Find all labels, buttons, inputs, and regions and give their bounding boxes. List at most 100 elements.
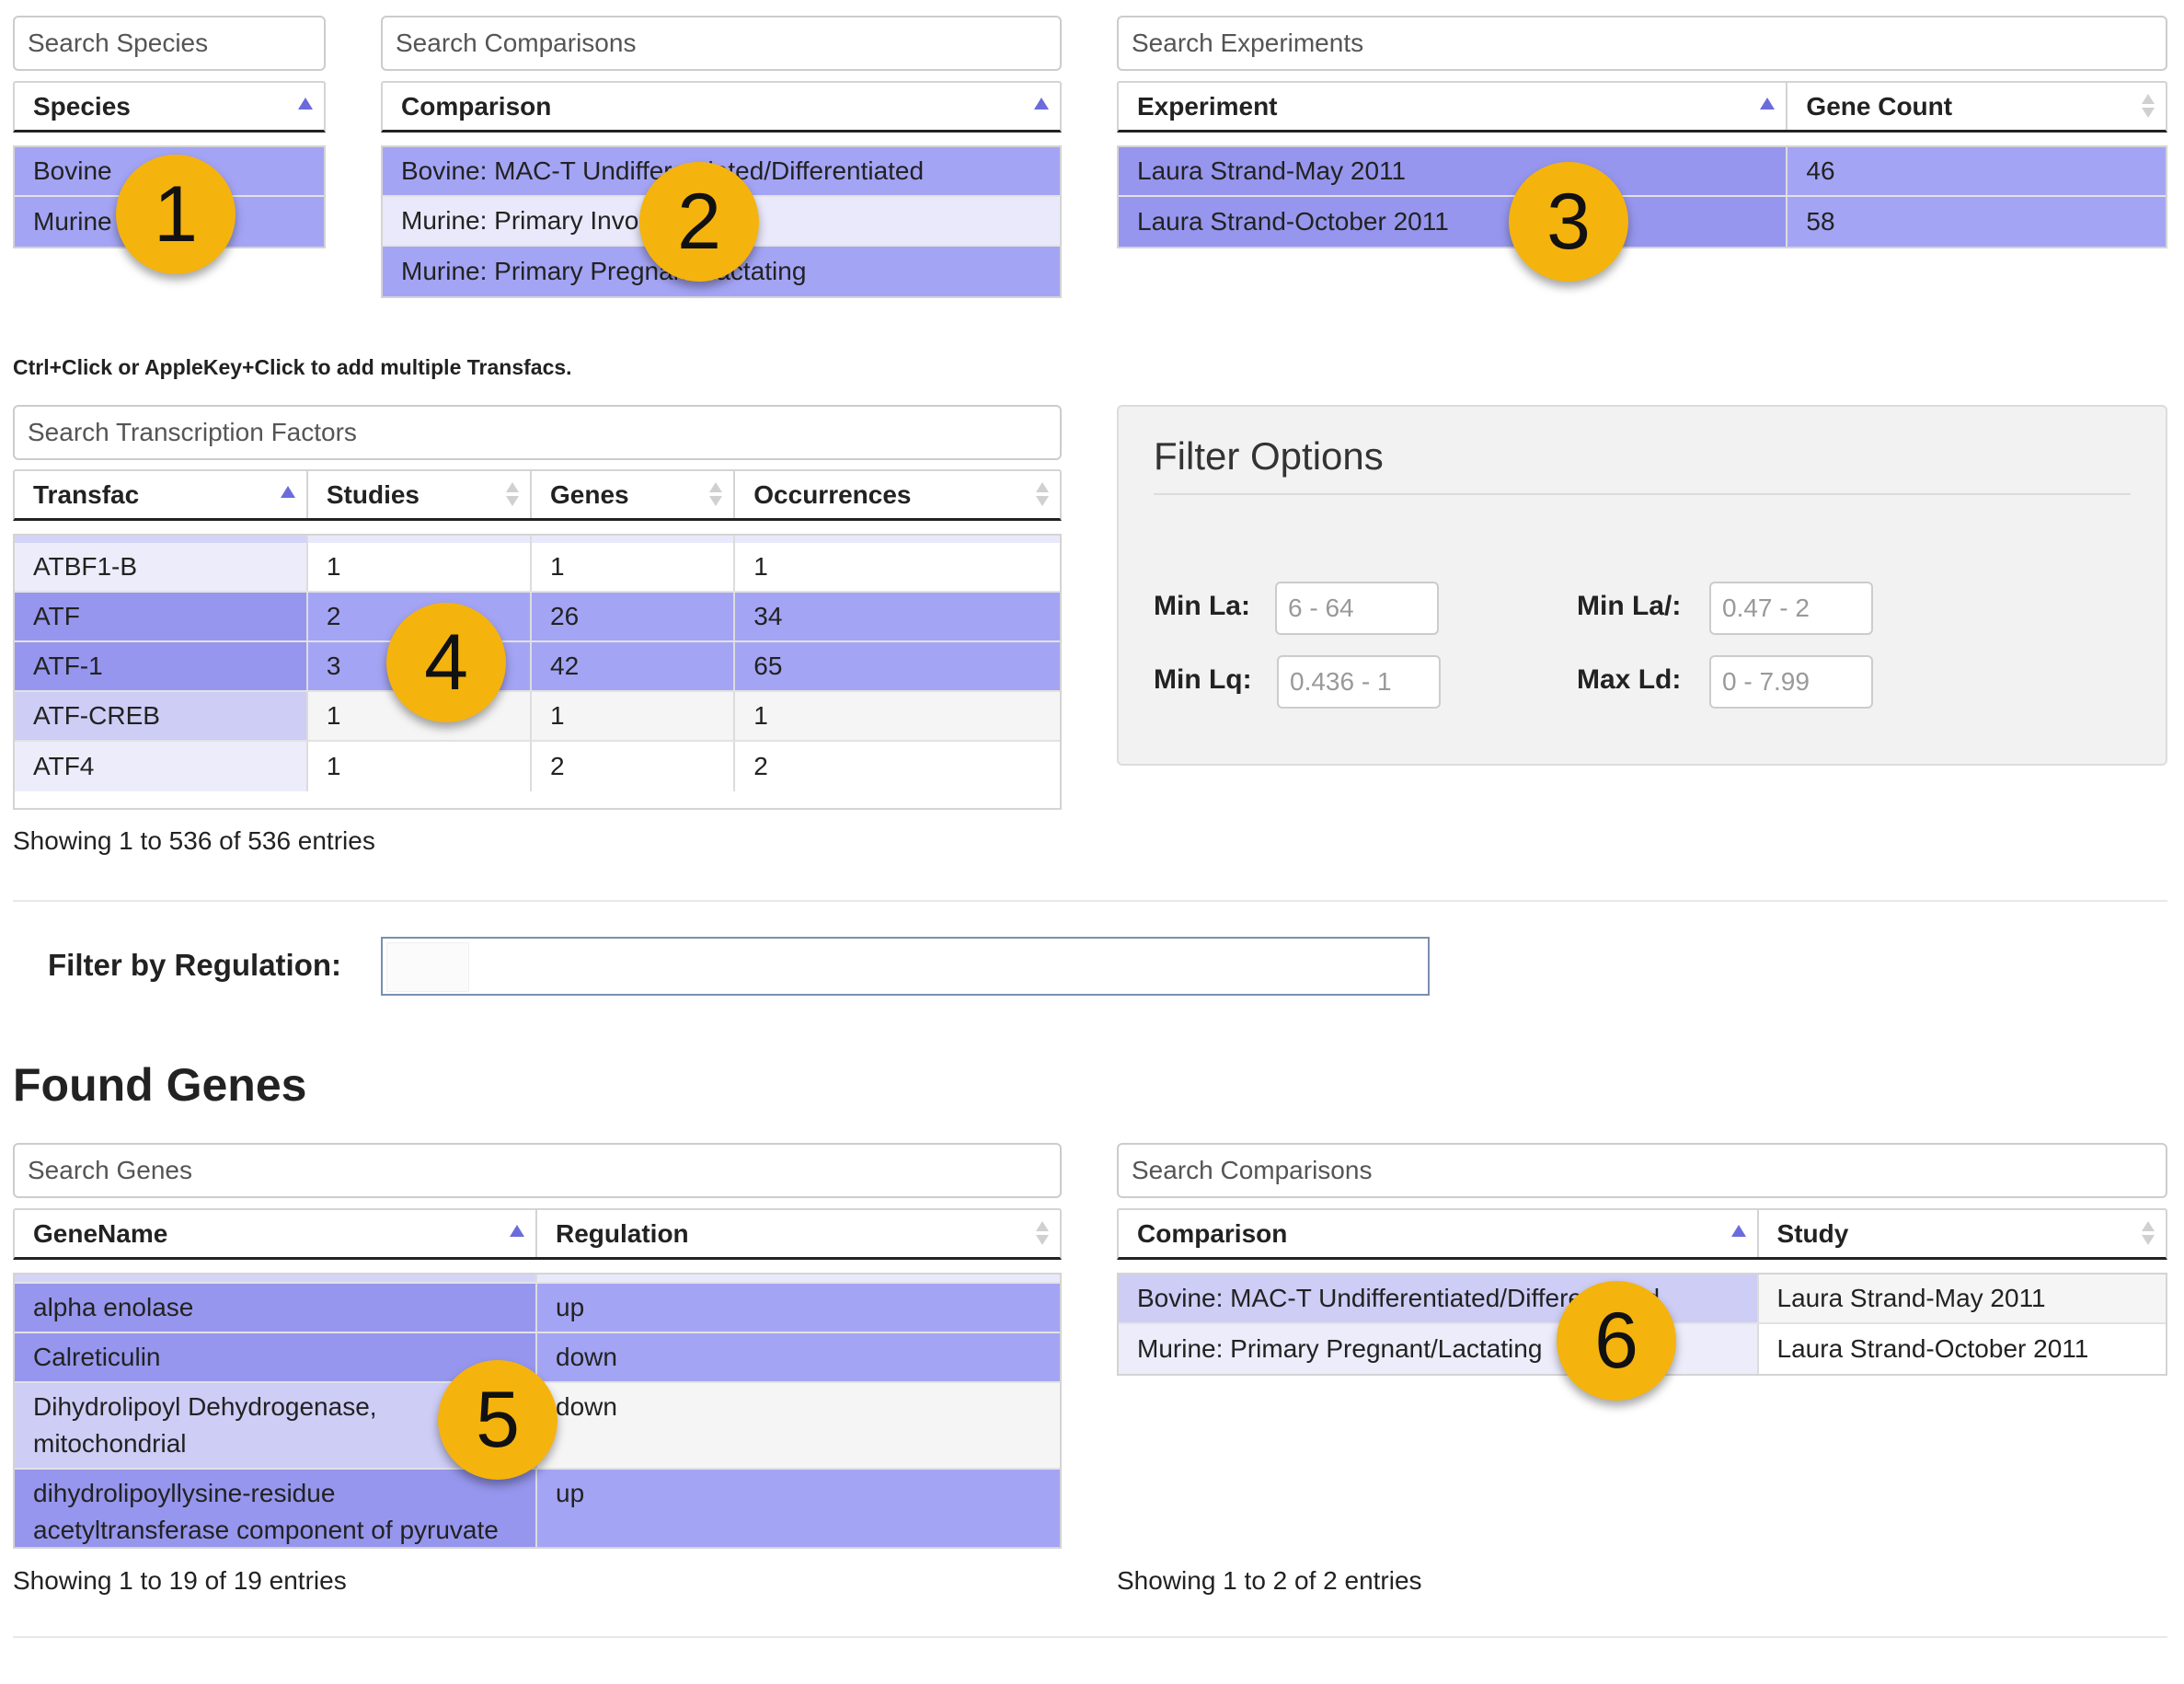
transfac-search-input[interactable] [13,405,1062,460]
sort-ascending-icon [1760,93,1776,121]
study-cell: Laura Strand-October 2011 [1758,1324,2166,1374]
gene-name-column-label: GeneName [33,1218,168,1248]
sort-both-icon [2140,1220,2155,1248]
table-row[interactable]: ATF-1 3 42 65 [15,642,1060,692]
occurrences-cell: 2 [735,742,1060,791]
species-search-input[interactable] [13,16,326,71]
gene-count-column-header[interactable]: Gene Count [1787,83,2166,130]
min-lq-input[interactable] [1277,655,1441,709]
section-divider [13,900,2167,902]
gene-count-cell: 46 [1787,147,2166,195]
regulation-cell: up [537,1470,1060,1547]
gene-name-column-header[interactable]: GeneName [15,1210,537,1257]
max-ld-input[interactable] [1709,655,1873,709]
study-column-header[interactable]: Study [1759,1210,2166,1257]
transfac-table-info: Showing 1 to 536 of 536 entries [13,826,375,855]
genes-column-label: Genes [550,479,629,509]
table-row[interactable]: AT-BP1/AT-BP2 1 2 2 [15,536,1060,543]
occurrences-cell: 65 [735,642,1060,690]
regulation-cell [537,1275,1060,1282]
table-row[interactable]: alpha enolase up [15,1284,1060,1333]
comparisons-table-header: Comparison [381,81,1062,133]
experiment-column-label: Experiment [1137,91,1278,121]
sort-both-icon [1034,481,1049,509]
experiments-search-input[interactable] [1117,16,2167,71]
table-row[interactable]: ATF 2 26 34 [15,593,1060,642]
occurrences-cell: 2 [735,536,1060,543]
comparison-column-header[interactable]: Comparison [383,83,1060,130]
min-la-input[interactable] [1275,582,1439,635]
regulation-column-label: Regulation [556,1218,689,1248]
genes-column-header[interactable]: Genes [532,471,736,518]
genes-cell: 2 [532,742,736,791]
table-row[interactable]: dihydrolipoyllysine-residue acetyltransf… [15,1470,1060,1547]
species-column-header[interactable]: Species [15,83,324,130]
study-cell: Laura Strand-May 2011 [1758,1275,2166,1322]
genes-cell: 2 [532,536,736,543]
gene-comparison-column-label: Comparison [1137,1218,1288,1248]
experiments-table-header: Experiment Gene Count [1117,81,2167,133]
filter-options-title: Filter Options [1154,434,1384,478]
regulation-column-header[interactable]: Regulation [537,1210,1060,1257]
studies-column-header[interactable]: Studies [308,471,533,518]
transfac-cell: ATF-1 [15,642,308,690]
regulation-filter-select[interactable] [381,937,1430,996]
filter-options-panel: Filter Options Min La: Min La/: Min Lq: … [1117,405,2167,766]
max-ld-label: Max Ld: [1577,664,1682,695]
table-row[interactable]: Laura Strand-October 2011 58 [1119,197,2166,247]
experiment-column-header[interactable]: Experiment [1119,83,1788,130]
experiment-cell: Laura Strand-October 2011 [1119,197,1788,247]
regulation-cell: up [537,1284,1060,1332]
sort-ascending-icon [298,93,313,121]
filter-options-divider [1154,493,2131,495]
table-row[interactable]: ATBF1-B 1 1 1 [15,543,1060,593]
sort-ascending-icon [280,481,295,509]
table-row[interactable]: ATF4 1 2 2 [15,742,1060,791]
studies-cell: 1 [307,543,533,591]
transfac-cell: ATF4 [15,742,308,791]
comparison-column-label: Comparison [401,91,552,121]
experiment-cell: Laura Strand-May 2011 [1119,147,1788,195]
sort-both-icon [1034,1220,1049,1248]
callout-badge-6: 6 [1557,1281,1676,1401]
regulation-filter-token[interactable] [386,942,469,992]
occurrences-cell: 1 [735,543,1060,591]
callout-badge-3: 3 [1509,162,1628,282]
min-la-ratio-input[interactable] [1709,582,1873,635]
studies-column-label: Studies [326,479,420,509]
occurrences-cell: 1 [735,692,1060,740]
gene-name-cell: alpha enolase [15,1284,537,1332]
regulation-cell: down [537,1383,1060,1468]
callout-badge-1: 1 [116,155,236,274]
occurrences-column-header[interactable]: Occurrences [735,471,1060,518]
occurrences-column-label: Occurrences [753,479,912,509]
gene-name-cell [15,1275,537,1282]
multi-select-hint: Ctrl+Click or AppleKey+Click to add mult… [13,355,572,379]
gene-comparisons-table-info: Showing 1 to 2 of 2 entries [1117,1566,1422,1595]
sort-both-icon [504,481,520,509]
table-row[interactable]: ATF-CREB 1 1 1 [15,692,1060,742]
gene-comparison-column-header[interactable]: Comparison [1119,1210,1759,1257]
species-column-label: Species [33,91,131,121]
found-genes-heading: Found Genes [13,1059,307,1111]
genes-cell: 1 [532,543,736,591]
transfac-cell: ATF-CREB [15,692,308,740]
genes-search-input[interactable] [13,1143,1062,1198]
gene-comparisons-table-header: Comparison Study [1117,1208,2167,1260]
sort-both-icon [707,481,723,509]
comparisons-search-input[interactable] [381,16,1062,71]
transfac-column-header[interactable]: Transfac [15,471,308,518]
gene-comparisons-search-input[interactable] [1117,1143,2167,1198]
studies-cell: 1 [307,742,533,791]
table-row[interactable]: Laura Strand-May 2011 46 [1119,147,2166,197]
species-table-header: Species [13,81,326,133]
genes-table-info: Showing 1 to 19 of 19 entries [13,1566,347,1595]
transfac-column-label: Transfac [33,479,140,509]
experiments-table-body: Laura Strand-May 2011 46 Laura Strand-Oc… [1117,145,2167,248]
genes-cell: 1 [532,692,736,740]
callout-badge-2: 2 [639,162,759,282]
sort-ascending-icon [1034,93,1049,121]
table-row[interactable] [15,1275,1060,1284]
regulation-filter-label: Filter by Regulation: [48,948,342,982]
sort-ascending-icon [510,1220,524,1248]
